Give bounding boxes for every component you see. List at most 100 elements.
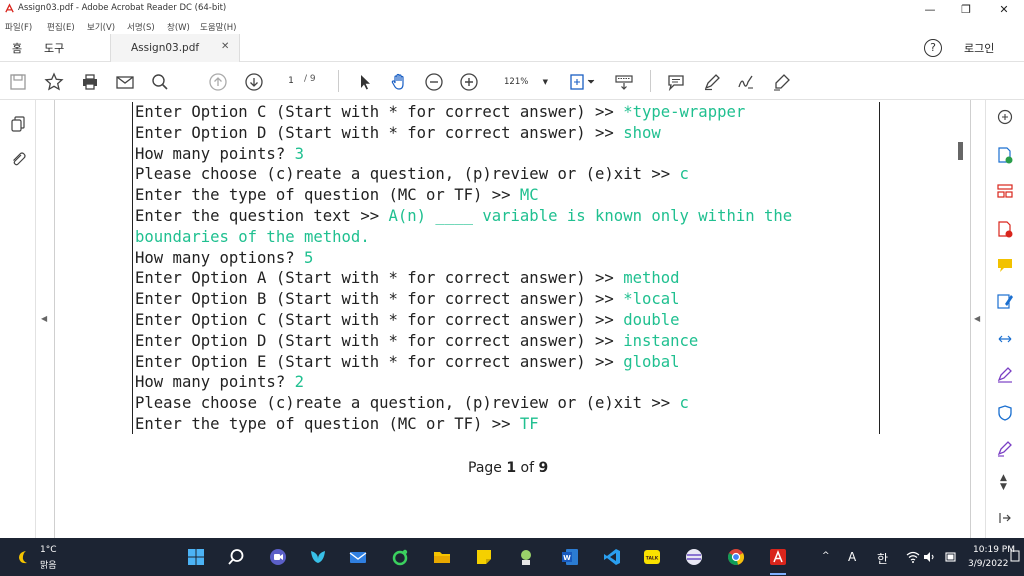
sign-icon[interactable] <box>736 72 756 92</box>
console-line: How many options? 5 <box>135 248 314 267</box>
teams-chat-icon[interactable] <box>268 547 288 567</box>
fit-page-icon[interactable] <box>568 72 598 92</box>
keyboard-scroll-icon[interactable] <box>614 72 634 92</box>
comment-tool-icon[interactable] <box>996 256 1014 274</box>
scrollbar-thumb[interactable] <box>958 142 963 160</box>
wifi-icon[interactable] <box>906 550 920 564</box>
zoom-dropdown[interactable]: 121% ▼ <box>498 72 554 92</box>
clock-date[interactable]: 3/9/2022 <box>968 559 1008 569</box>
request-signature-icon[interactable] <box>996 440 1014 458</box>
organize-pages-icon[interactable] <box>996 182 1014 200</box>
weather-description: 맑음 <box>40 561 57 571</box>
zoom-tool-icon[interactable] <box>996 108 1014 126</box>
sticky-notes-icon[interactable] <box>474 547 494 567</box>
console-line: Enter Option C (Start with * for correct… <box>135 311 680 329</box>
kakaotalk-icon[interactable]: TALK <box>642 547 662 567</box>
windows-start-icon[interactable] <box>186 547 206 567</box>
clock-time[interactable]: 10:19 PM <box>973 545 1015 555</box>
console-screenshot: Enter Option C (Start with * for correct… <box>132 102 880 434</box>
print-icon[interactable] <box>80 72 100 92</box>
console-line: Enter the type of question (MC or TF) >>… <box>135 186 539 205</box>
left-navigation-panel <box>0 100 36 538</box>
chevron-down-icon: ▼ <box>542 78 548 86</box>
star-icon[interactable] <box>44 72 64 92</box>
scroll-tools-icon[interactable]: ▲ ▼ <box>1000 474 1007 492</box>
menu-help[interactable]: 도움말(H) <box>200 21 236 33</box>
app-butterfly-icon[interactable] <box>308 547 328 567</box>
battery-icon[interactable] <box>944 550 958 564</box>
protect-shield-icon[interactable] <box>996 404 1014 422</box>
page-up-icon[interactable] <box>208 72 228 92</box>
notification-icon[interactable] <box>1010 548 1020 564</box>
mail-app-icon[interactable] <box>348 547 368 567</box>
menu-view[interactable]: 보기(V) <box>87 21 115 33</box>
menu-window[interactable]: 창(W) <box>167 21 190 33</box>
menu-file[interactable]: 파일(F) <box>5 21 32 33</box>
collapse-left-panel-icon[interactable]: ◀ <box>41 314 47 323</box>
menu-sign[interactable]: 서명(S) <box>127 21 155 33</box>
help-button[interactable]: ? <box>924 39 942 57</box>
console-line: How many points? 3 <box>135 144 304 163</box>
page-number-input[interactable]: 1 <box>282 73 300 90</box>
title-bar: Assign03.pdf - Adobe Acrobat Reader DC (… <box>0 0 1024 19</box>
zoom-in-icon[interactable] <box>459 72 479 92</box>
hand-tool-icon[interactable] <box>389 72 409 92</box>
page-right-edge <box>970 100 971 538</box>
console-line: Enter Option E (Start with * for correct… <box>135 352 680 371</box>
export-pdf-icon[interactable] <box>996 146 1014 164</box>
weather-temperature: 1°C <box>40 545 57 555</box>
page-indicator: Page 1 of 9 <box>468 460 549 476</box>
select-cursor-icon[interactable] <box>355 72 375 92</box>
collapse-right-panel-icon[interactable]: ◀ <box>974 314 980 323</box>
console-line: Enter Option A (Start with * for correct… <box>135 269 680 288</box>
login-button[interactable]: 로그인 <box>964 40 994 56</box>
minimize-button[interactable]: — <box>912 0 948 19</box>
menu-edit[interactable]: 편집(E) <box>47 21 75 33</box>
highlight-pen-icon[interactable] <box>702 72 722 92</box>
edit-pdf-icon[interactable] <box>996 292 1014 310</box>
close-window-button[interactable]: ✕ <box>986 0 1022 19</box>
page-down-icon[interactable] <box>244 72 264 92</box>
pages-thumbnail-icon[interactable] <box>9 115 27 133</box>
menu-bar: 파일(F) 편집(E) 보기(V) 서명(S) 창(W) 도움말(H) <box>0 19 1024 34</box>
collapse-panel-icon[interactable] <box>997 510 1013 526</box>
ime-mode-han[interactable]: 한 <box>877 550 888 567</box>
console-line: Please choose (c)reate a question, (p)re… <box>135 394 689 413</box>
tray-overflow-icon[interactable]: ^ <box>822 551 830 561</box>
attachment-icon[interactable] <box>9 150 27 168</box>
app-character-icon[interactable] <box>516 547 536 567</box>
fill-sign-icon[interactable] <box>772 72 792 92</box>
app-green-icon[interactable] <box>390 547 410 567</box>
search-icon[interactable] <box>226 547 246 567</box>
toolbar: 1 / 9 121% ▼ <box>0 62 1024 100</box>
tab-bar: 홈 도구 Assign03.pdf ✕ <box>0 34 1024 62</box>
vscode-icon[interactable] <box>602 547 622 567</box>
save-icon[interactable] <box>8 72 28 92</box>
tab-home[interactable]: 홈 <box>12 40 22 56</box>
console-line: Enter the type of question (MC or TF) >>… <box>135 415 539 433</box>
fill-sign-tool-icon[interactable] <box>996 366 1014 384</box>
restore-button[interactable]: ❐ <box>948 0 984 19</box>
search-icon[interactable] <box>150 72 170 92</box>
tab-document-label: Assign03.pdf <box>131 42 200 54</box>
tab-document[interactable]: Assign03.pdf ✕ <box>110 34 240 62</box>
active-app-indicator <box>770 573 786 575</box>
acrobat-taskbar-icon[interactable] <box>768 547 788 567</box>
zoom-out-icon[interactable] <box>424 72 444 92</box>
console-line: Please choose (c)reate a question, (p)re… <box>135 165 689 184</box>
tab-tools[interactable]: 도구 <box>44 40 64 56</box>
chrome-icon[interactable] <box>726 547 746 567</box>
mail-icon[interactable] <box>115 72 135 92</box>
create-pdf-icon[interactable] <box>996 220 1014 238</box>
zoom-value: 121% <box>504 77 529 87</box>
word-app-icon[interactable]: W <box>560 547 580 567</box>
comment-icon[interactable] <box>666 72 686 92</box>
close-tab-icon[interactable]: ✕ <box>221 41 229 52</box>
app-purple-icon[interactable] <box>684 547 704 567</box>
console-line: Enter Option B (Start with * for correct… <box>135 290 680 309</box>
file-explorer-icon[interactable] <box>432 547 452 567</box>
volume-icon[interactable] <box>922 550 936 564</box>
compress-pdf-icon[interactable] <box>996 330 1014 348</box>
ime-mode-a[interactable]: A <box>848 550 856 564</box>
console-line: Enter Option D (Start with * for correct… <box>135 331 699 350</box>
